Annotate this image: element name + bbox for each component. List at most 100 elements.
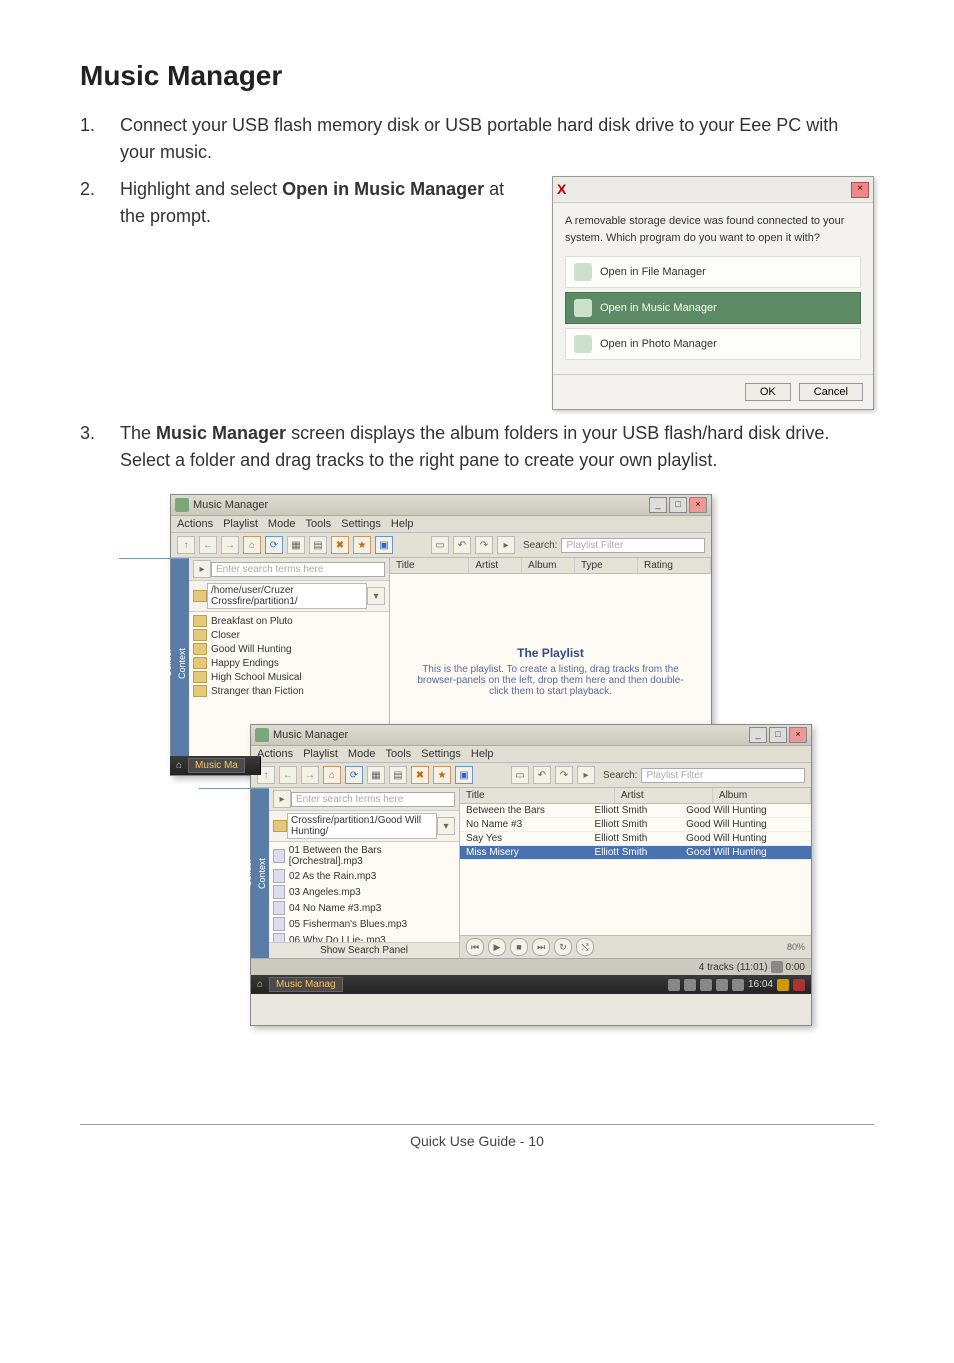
back-icon[interactable]: ← bbox=[199, 536, 217, 554]
redo-icon[interactable]: ↷ bbox=[475, 536, 493, 554]
save-icon[interactable]: ▣ bbox=[455, 766, 473, 784]
folder-item[interactable]: Closer bbox=[193, 628, 385, 642]
minimize-icon[interactable]: _ bbox=[649, 497, 667, 513]
option-open-photo-manager[interactable]: Open in Photo Manager bbox=[565, 328, 861, 360]
menu-tools[interactable]: Tools bbox=[385, 748, 411, 760]
home-icon[interactable]: ⌂ bbox=[243, 536, 261, 554]
tray-icon[interactable] bbox=[700, 979, 712, 991]
menu-playlist[interactable]: Playlist bbox=[223, 518, 258, 530]
sidetab-media[interactable]: Media bbox=[119, 558, 133, 768]
show-search-panel-button[interactable]: Show Search Panel bbox=[269, 942, 459, 958]
dropdown-icon[interactable]: ▾ bbox=[367, 587, 385, 605]
col-title[interactable]: Title bbox=[460, 788, 615, 803]
col-artist[interactable]: Artist bbox=[615, 788, 713, 803]
path-input[interactable]: Crossfire/partition1/Good Will Hunting/ bbox=[287, 813, 437, 839]
sidetab-collec[interactable]: Collec. bbox=[161, 558, 175, 768]
playlist-filter-input[interactable]: Playlist Filter bbox=[561, 538, 705, 553]
menu-settings[interactable]: Settings bbox=[421, 748, 461, 760]
clear-icon[interactable]: ▭ bbox=[431, 536, 449, 554]
view-icon[interactable]: ▤ bbox=[389, 766, 407, 784]
table-row[interactable]: Miss MiseryElliott SmithGood Will Huntin… bbox=[460, 846, 811, 860]
home-icon[interactable]: ⌂ bbox=[176, 760, 182, 771]
stop-icon[interactable]: ■ bbox=[510, 938, 528, 956]
col-artist[interactable]: Artist bbox=[469, 558, 522, 573]
cancel-button[interactable]: Cancel bbox=[799, 383, 863, 401]
undo-icon[interactable]: ↶ bbox=[453, 536, 471, 554]
tools-icon[interactable]: ✖ bbox=[411, 766, 429, 784]
taskbar-app-button[interactable]: Music Ma bbox=[188, 758, 245, 773]
search-go-icon[interactable]: ▸ bbox=[193, 560, 211, 578]
forward-icon[interactable]: → bbox=[301, 766, 319, 784]
filter-icon[interactable]: ▸ bbox=[577, 766, 595, 784]
sidetab-media[interactable]: Media bbox=[199, 788, 213, 958]
close-icon[interactable]: × bbox=[689, 497, 707, 513]
option-open-music-manager[interactable]: Open in Music Manager bbox=[565, 292, 861, 324]
dropdown-icon[interactable]: ▾ bbox=[437, 817, 455, 835]
back-icon[interactable]: ← bbox=[279, 766, 297, 784]
search-go-icon[interactable]: ▸ bbox=[273, 790, 291, 808]
up-icon[interactable]: ↑ bbox=[177, 536, 195, 554]
browser-search-input[interactable]: Enter search terms here bbox=[211, 562, 385, 577]
table-row[interactable]: Say YesElliott SmithGood Will Hunting bbox=[460, 832, 811, 846]
sidetab-playlists[interactable]: Playlists bbox=[147, 558, 161, 768]
col-type[interactable]: Type bbox=[575, 558, 638, 573]
network-icon[interactable] bbox=[732, 979, 744, 991]
menu-playlist[interactable]: Playlist bbox=[303, 748, 338, 760]
menu-help[interactable]: Help bbox=[391, 518, 414, 530]
table-row[interactable]: No Name #3Elliott SmithGood Will Hunting bbox=[460, 818, 811, 832]
tray-icon[interactable] bbox=[684, 979, 696, 991]
redo-icon[interactable]: ↷ bbox=[555, 766, 573, 784]
menu-actions[interactable]: Actions bbox=[257, 748, 293, 760]
file-item[interactable]: 03 Angeles.mp3 bbox=[273, 884, 455, 900]
menu-mode[interactable]: Mode bbox=[348, 748, 376, 760]
view-icon[interactable]: ▦ bbox=[367, 766, 385, 784]
file-item[interactable]: 05 Fisherman's Blues.mp3 bbox=[273, 916, 455, 932]
folder-item[interactable]: Good Will Hunting bbox=[193, 642, 385, 656]
file-item[interactable]: 02 As the Rain.mp3 bbox=[273, 868, 455, 884]
browser-search-input[interactable]: Enter search terms here bbox=[291, 792, 455, 807]
col-album[interactable]: Album bbox=[522, 558, 575, 573]
menu-help[interactable]: Help bbox=[471, 748, 494, 760]
power-icon[interactable] bbox=[793, 979, 805, 991]
close-icon[interactable]: × bbox=[851, 182, 869, 198]
filter-icon[interactable]: ▸ bbox=[497, 536, 515, 554]
folder-item[interactable]: Stranger than Fiction bbox=[193, 684, 385, 698]
sidetab-files[interactable]: Files bbox=[133, 558, 147, 768]
col-album[interactable]: Album bbox=[713, 788, 811, 803]
ok-button[interactable]: OK bbox=[745, 383, 791, 401]
table-row[interactable]: Between the BarsElliott SmithGood Will H… bbox=[460, 804, 811, 818]
folder-item[interactable]: Happy Endings bbox=[193, 656, 385, 670]
shuffle-icon[interactable]: ⤭ bbox=[576, 938, 594, 956]
menu-settings[interactable]: Settings bbox=[341, 518, 381, 530]
option-open-file-manager[interactable]: Open in File Manager bbox=[565, 256, 861, 288]
save-icon[interactable]: ▣ bbox=[375, 536, 393, 554]
view-icon[interactable]: ▦ bbox=[287, 536, 305, 554]
menu-actions[interactable]: Actions bbox=[177, 518, 213, 530]
file-item[interactable]: 01 Between the Bars [Orchestral].mp3 bbox=[273, 844, 455, 868]
sidetab-context[interactable]: Context bbox=[175, 558, 189, 768]
refresh-icon[interactable]: ⟳ bbox=[345, 766, 363, 784]
repeat-icon[interactable]: ↻ bbox=[554, 938, 572, 956]
playlist-filter-input[interactable]: Playlist Filter bbox=[641, 768, 805, 783]
taskbar-app-button[interactable]: Music Manag bbox=[269, 977, 342, 992]
col-rating[interactable]: Rating bbox=[638, 558, 711, 573]
next-icon[interactable]: ⏭ bbox=[532, 938, 550, 956]
maximize-icon[interactable]: □ bbox=[769, 727, 787, 743]
file-item[interactable]: 04 No Name #3.mp3 bbox=[273, 900, 455, 916]
clear-icon[interactable]: ▭ bbox=[511, 766, 529, 784]
minimize-icon[interactable]: _ bbox=[749, 727, 767, 743]
col-title[interactable]: Title bbox=[390, 558, 469, 573]
close-icon[interactable]: × bbox=[789, 727, 807, 743]
folder-item[interactable]: Breakfast on Pluto bbox=[193, 614, 385, 628]
tray-icon[interactable] bbox=[668, 979, 680, 991]
sidetab-playlists[interactable]: Playlists bbox=[227, 788, 241, 958]
sidetab-context[interactable]: Context bbox=[255, 788, 269, 958]
file-item[interactable]: 06 Why Do I Lie-.mp3 bbox=[273, 932, 455, 942]
home-icon[interactable]: ⌂ bbox=[257, 979, 263, 990]
star-icon[interactable]: ★ bbox=[433, 766, 451, 784]
tools-icon[interactable]: ✖ bbox=[331, 536, 349, 554]
star-icon[interactable]: ★ bbox=[353, 536, 371, 554]
undo-icon[interactable]: ↶ bbox=[533, 766, 551, 784]
folder-item[interactable]: High School Musical bbox=[193, 670, 385, 684]
maximize-icon[interactable]: □ bbox=[669, 497, 687, 513]
